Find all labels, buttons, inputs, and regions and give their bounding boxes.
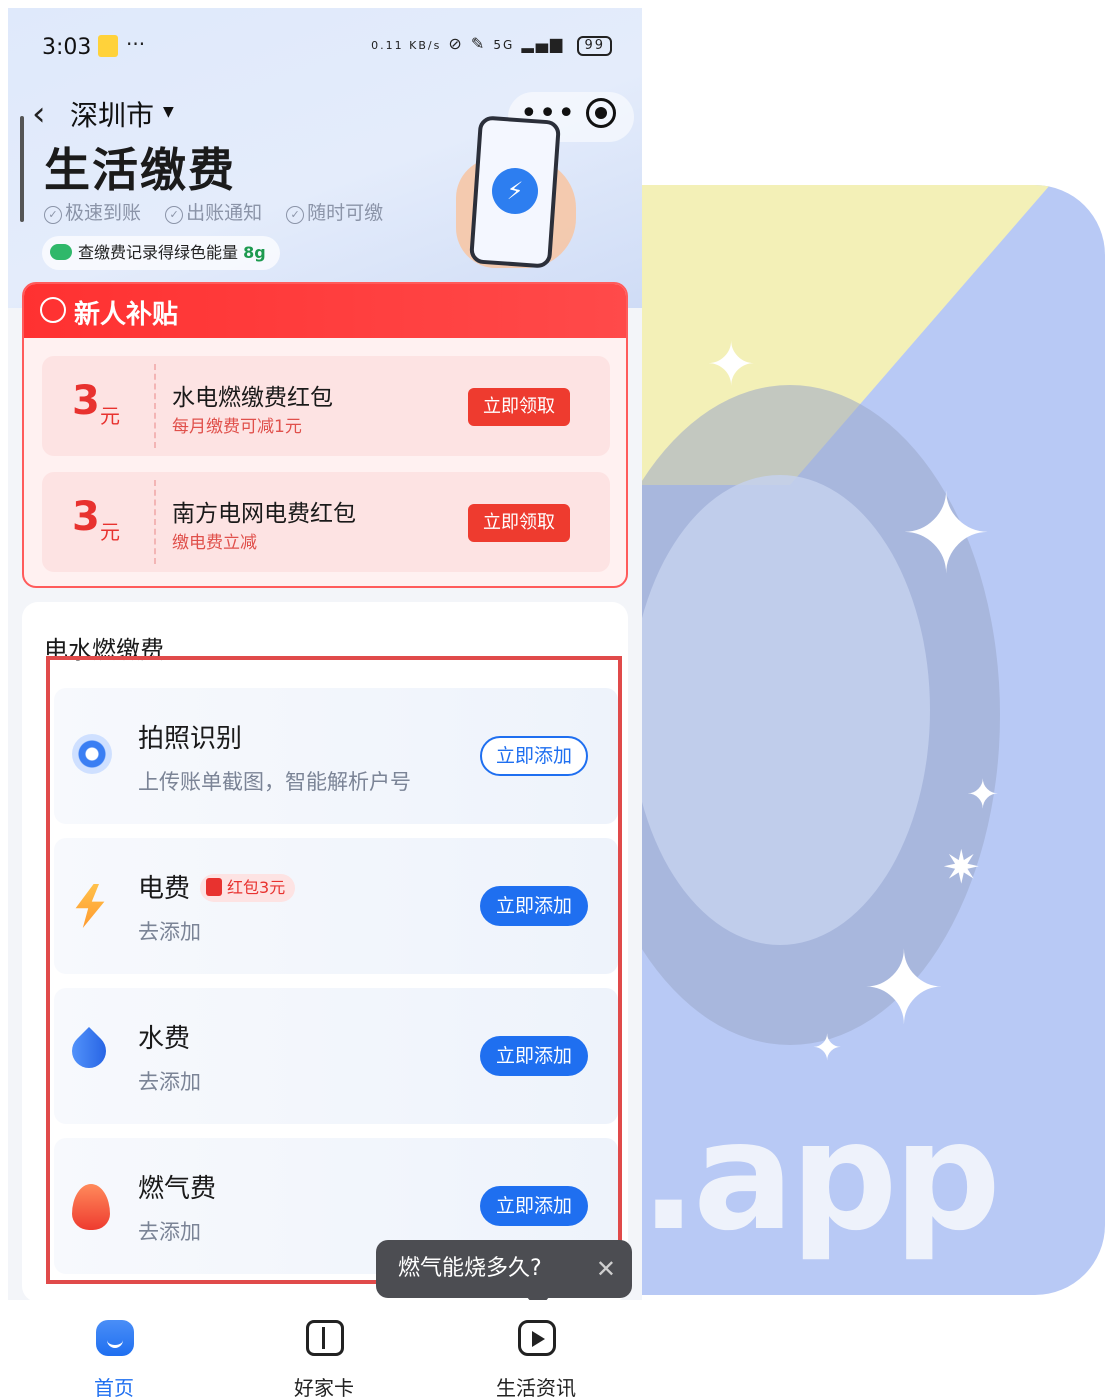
watermark-text: .app [640,1090,1001,1264]
gas-tooltip[interactable]: 燃气能烧多久? ✕ [376,1240,632,1298]
coupon-amount: 3 [72,494,100,540]
watermark-mascot-face [630,475,930,945]
coupon-item: 3 元 南方电网电费红包 缴电费立减 立即领取 [42,472,610,572]
subsidy-title: 新人补贴 [74,300,179,330]
check-circle-icon: ✓ [286,206,305,224]
coupon-item: 3 元 水电燃缴费红包 每月缴费可减1元 立即领取 [42,356,610,456]
coupon-divider [154,480,156,564]
net-speed: 0.11 KB/s [371,39,442,52]
coupon-name: 南方电网电费红包 [172,501,356,527]
notification-icon [98,35,118,57]
feature-list: ✓ 极速到账 ✓ 出账通知 ✓ 随时可缴 [44,198,401,225]
status-indicators: 0.11 KB/s ⊘ ✎ 5G ▂▄▆ 99 [371,34,612,56]
status-bar: 3:03 ··· 0.11 KB/s ⊘ ✎ 5G ▂▄▆ 99 [8,8,642,80]
coupon-icon [40,297,66,323]
status-time: 3:03 [42,35,92,60]
signal-icon: ▂▄▆ [521,34,565,53]
feature-item: ✓ 随时可缴 [286,202,383,224]
tab-home[interactable]: 首页 [24,1300,204,1398]
check-circle-icon: ✓ [165,206,184,224]
claim-coupon-button[interactable]: 立即领取 [468,504,570,542]
tab-news[interactable]: 生活资讯 [446,1300,626,1398]
coupon-amount: 3 [72,378,100,424]
subsidy-header: 新人补贴 [24,284,626,338]
energy-value: 8g [243,243,266,262]
play-icon [518,1320,556,1356]
feature-item: ✓ 极速到账 [44,202,141,224]
energy-reward-pill[interactable]: 查缴费记录得绿色能量 8g [42,236,280,270]
status-more-dots: ··· [126,32,146,56]
sparkle-icon: ✦ [812,1028,843,1069]
coupon-name: 水电燃缴费红包 [172,385,333,411]
tooltip-text: 燃气能烧多久? [398,1256,542,1281]
coupon-divider [154,364,156,448]
tab-label: 好家卡 [294,1376,354,1398]
highlight-box [46,656,622,1284]
lightning-badge-icon: ⚡ [492,168,538,214]
mute-icon: ✎ [470,34,487,53]
feature-item: ✓ 出账通知 [165,202,262,224]
coupon-unit: 元 [100,520,120,544]
city-selector[interactable]: 深圳市 [70,94,154,134]
scroll-indicator [20,116,24,222]
claim-coupon-button[interactable]: 立即领取 [468,388,570,426]
tab-label: 首页 [94,1376,134,1398]
sparkle-icon: ✦ [706,330,757,400]
energy-label: 查缴费记录得绿色能量 [78,243,239,262]
tab-card[interactable]: 好家卡 [234,1300,414,1398]
sparkle-icon: ✦ [966,772,1000,818]
sparkle-icon: ✷ [942,840,981,894]
coupon-description: 缴电费立减 [172,533,257,553]
new-user-subsidy-card: 新人补贴 3 元 水电燃缴费红包 每月缴费可减1元 立即领取 3 元 南方电网电… [22,282,628,588]
back-arrow-icon[interactable]: ‹ [32,94,46,134]
check-circle-icon: ✓ [44,206,62,224]
energy-leaf-icon [50,244,72,260]
link-icon: ⊘ [448,34,464,53]
battery-icon: 99 [577,36,612,56]
coupon-unit: 元 [100,404,120,428]
signal-label: 5G [493,38,515,52]
tab-label: 生活资讯 [496,1376,576,1398]
sparkle-icon: ✦ [900,470,993,598]
close-miniapp-icon[interactable] [586,98,616,128]
gift-icon [306,1320,344,1356]
page-title: 生活缴费 [44,143,236,197]
caret-down-icon[interactable]: ▼ [163,104,174,120]
home-icon [96,1320,134,1356]
close-icon[interactable]: ✕ [596,1240,616,1298]
sparkle-icon: ✦ [862,930,946,1047]
coupon-description: 每月缴费可减1元 [172,417,302,437]
bottom-tab-bar: 首页 好家卡 生活资讯 [0,1300,1105,1398]
